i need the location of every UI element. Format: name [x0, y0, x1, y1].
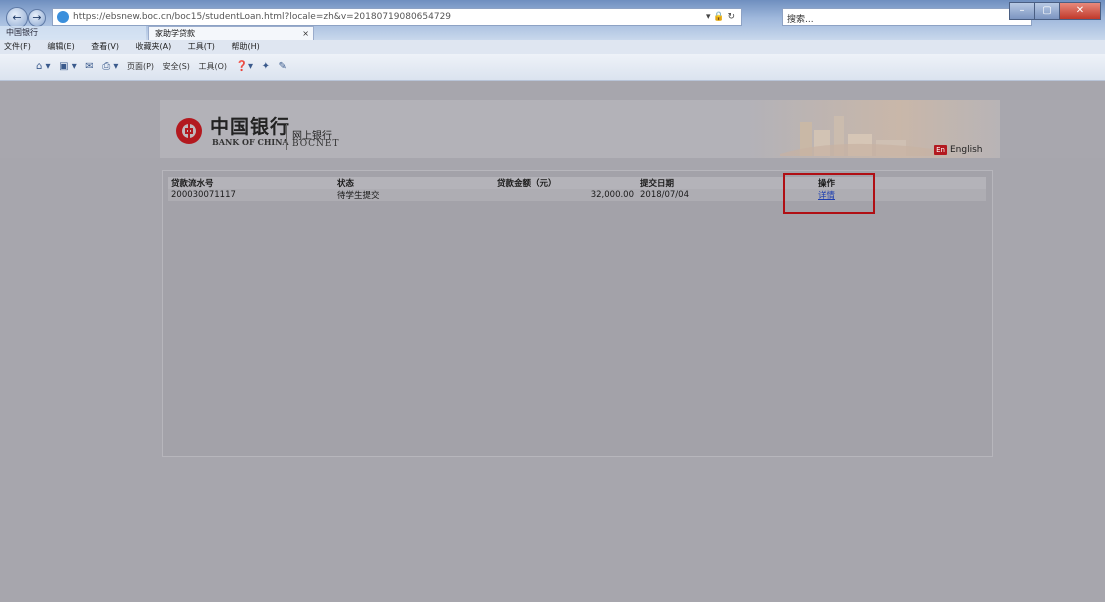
loan-serial: 200030071117 — [171, 190, 236, 200]
menu-file[interactable]: 文件(F) — [4, 42, 31, 51]
window-controls: – ▢ ✕ — [1009, 2, 1101, 20]
print-icon[interactable]: ⎙ ▾ — [102, 61, 118, 72]
menu-bar: 文件(F) 编辑(E) 查看(V) 收藏夹(A) 工具(T) 帮助(H) — [0, 40, 1105, 54]
translate-icon[interactable]: ✎ — [279, 61, 287, 72]
menu-edit[interactable]: 编辑(E) — [47, 42, 74, 51]
ie-icon — [57, 11, 69, 23]
header-divider — [286, 124, 287, 150]
menu-tools[interactable]: 工具(T) — [188, 42, 215, 51]
bank-name-cn: 中国银行 — [210, 116, 291, 138]
language-label: English — [950, 145, 983, 155]
menu-help[interactable]: 帮助(H) — [231, 42, 259, 51]
city-skyline-icon — [780, 116, 940, 156]
address-tools[interactable]: ▾ 🔒 ↻ — [706, 12, 741, 22]
mail-icon[interactable]: ✉ — [85, 61, 93, 72]
col-date: 提交日期 — [637, 177, 787, 189]
minimize-button[interactable]: – — [1009, 2, 1035, 20]
language-switch[interactable]: En English — [934, 145, 983, 155]
col-status: 状态 — [334, 177, 494, 189]
command-page[interactable]: 页面(P) — [127, 62, 154, 71]
maximize-button[interactable]: ▢ — [1034, 2, 1060, 20]
tab-boc[interactable]: 中国银行 — [0, 26, 146, 40]
command-tools[interactable]: 工具(O) — [198, 62, 227, 71]
browser-title-bar: ← → https://ebsnew.boc.cn/boc15/studentL… — [0, 0, 1105, 40]
command-safety[interactable]: 安全(S) — [163, 62, 190, 71]
tab-student-loan-label: 家助学贷款 — [155, 29, 195, 38]
command-bar: ⌂ ▾ ▣ ▾ ✉ ⎙ ▾ 页面(P) 安全(S) 工具(O) ❓▾ ✦ ✎ — [0, 54, 1105, 81]
menu-view[interactable]: 查看(V) — [91, 42, 119, 51]
tab-student-loan[interactable]: 家助学贷款 × — [148, 26, 314, 40]
annotation-highlight-box — [783, 173, 875, 214]
forward-icon[interactable]: → — [28, 9, 46, 27]
tab-close-icon[interactable]: × — [302, 27, 309, 40]
help-icon[interactable]: ❓▾ — [236, 61, 253, 72]
loan-date: 2018/07/04 — [640, 190, 689, 200]
boc-logo-icon — [176, 118, 202, 144]
feeds-icon[interactable]: ▣ ▾ — [59, 61, 77, 72]
col-serial: 贷款流水号 — [168, 177, 334, 189]
english-flag-icon: En — [934, 145, 947, 155]
loan-status: 待学生提交 — [337, 191, 380, 201]
col-amount: 贷款金额（元） — [494, 177, 637, 189]
research-icon[interactable]: ✦ — [262, 61, 270, 72]
bank-name-en: BANK OF CHINA — [212, 137, 289, 147]
search-input[interactable]: 搜索... — [782, 8, 1032, 26]
product-name-en: BOCNET — [292, 139, 340, 149]
tab-bar: 中国银行 家助学贷款 × — [0, 26, 1105, 40]
address-url[interactable]: https://ebsnew.boc.cn/boc15/studentLoan.… — [73, 12, 706, 22]
close-button[interactable]: ✕ — [1059, 2, 1101, 20]
home-icon[interactable]: ⌂ ▾ — [36, 61, 51, 72]
address-bar[interactable]: https://ebsnew.boc.cn/boc15/studentLoan.… — [52, 8, 742, 26]
loan-amount: 32,000.00 — [590, 190, 634, 200]
menu-favorites[interactable]: 收藏夹(A) — [136, 42, 172, 51]
